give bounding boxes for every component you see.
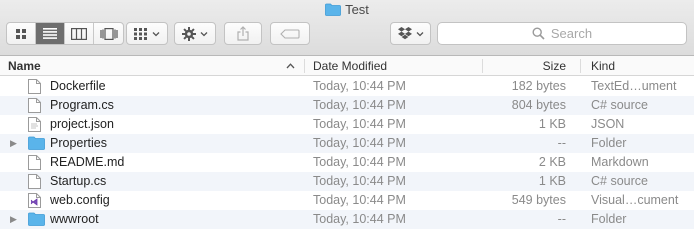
file-row[interactable]: README.md Today, 10:44 PM 2 KB Markdown (0, 153, 694, 172)
visual-studio-icon (28, 193, 44, 208)
share-button[interactable] (224, 22, 262, 45)
file-date: Today, 10:44 PM (313, 174, 406, 188)
sort-ascending-icon (286, 63, 295, 69)
file-date: Today, 10:44 PM (313, 155, 406, 169)
file-date: Today, 10:44 PM (313, 117, 406, 131)
file-kind: Folder (591, 212, 627, 226)
file-name: Startup.cs (50, 174, 107, 188)
column-header-size[interactable]: Size (543, 56, 566, 76)
arrange-grid-icon (134, 27, 147, 40)
file-list: Dockerfile Today, 10:44 PM 182 bytes Tex… (0, 77, 694, 229)
file-kind: C# source (591, 98, 648, 112)
column-divider[interactable] (304, 59, 305, 73)
file-size: 182 bytes (511, 79, 566, 93)
file-date: Today, 10:44 PM (313, 136, 406, 150)
file-kind: JSON (591, 117, 625, 131)
column-view-button[interactable] (65, 23, 94, 44)
file-kind: TextEd…ument (591, 79, 677, 93)
tag-icon (280, 28, 300, 39)
column-header-date[interactable]: Date Modified (313, 56, 387, 76)
file-size: 2 KB (538, 155, 566, 169)
json-icon (28, 117, 44, 132)
file-name: README.md (50, 155, 125, 169)
file-date: Today, 10:44 PM (313, 212, 406, 226)
disclosure-triangle-icon[interactable]: ▶ (10, 210, 17, 229)
gear-icon (182, 26, 196, 41)
search-placeholder: Search (550, 26, 593, 41)
doc-icon (28, 155, 44, 170)
column-header-name[interactable]: Name (8, 56, 41, 76)
file-size: 549 bytes (511, 193, 566, 207)
toolbar: Test Search (0, 0, 694, 56)
file-kind: Folder (591, 136, 627, 150)
folder-icon (28, 136, 45, 151)
file-row[interactable]: ▶ Properties Today, 10:44 PM -- Folder (0, 134, 694, 153)
file-size: 1 KB (538, 174, 566, 188)
list-view-icon (43, 28, 57, 39)
doc-icon (28, 98, 44, 113)
list-view-button[interactable] (36, 23, 65, 44)
column-divider[interactable] (580, 59, 581, 73)
search-field[interactable]: Search (437, 22, 687, 45)
file-size: -- (557, 212, 566, 226)
arrange-button[interactable] (126, 22, 168, 45)
folder-icon (28, 212, 45, 227)
file-row[interactable]: Program.cs Today, 10:44 PM 804 bytes C# … (0, 96, 694, 115)
view-mode-selector[interactable] (6, 22, 124, 45)
file-name: Program.cs (50, 98, 114, 112)
file-row[interactable]: Dockerfile Today, 10:44 PM 182 bytes Tex… (0, 77, 694, 96)
file-size: -- (557, 136, 566, 150)
window-title-text: Test (345, 2, 369, 17)
column-header: Name Date Modified Size Kind (0, 56, 694, 76)
folder-icon (325, 3, 341, 19)
file-name: wwwroot (50, 212, 99, 226)
dropbox-icon (397, 27, 412, 40)
file-row[interactable]: web.config Today, 10:44 PM 549 bytes Vis… (0, 191, 694, 210)
file-row[interactable]: project.json Today, 10:44 PM 1 KB JSON (0, 115, 694, 134)
cover-flow-icon (99, 27, 118, 40)
disclosure-triangle-icon[interactable]: ▶ (10, 134, 17, 153)
doc-icon (28, 79, 44, 94)
window-title: Test (0, 2, 694, 19)
cover-flow-button[interactable] (94, 23, 123, 44)
chevron-down-icon (200, 31, 208, 36)
column-divider[interactable] (482, 59, 483, 73)
file-name: Dockerfile (50, 79, 106, 93)
file-size: 1 KB (538, 117, 566, 131)
file-date: Today, 10:44 PM (313, 193, 406, 207)
edit-tags-button[interactable] (270, 22, 310, 45)
search-icon (532, 27, 545, 40)
column-header-kind[interactable]: Kind (591, 56, 615, 76)
file-name: Properties (50, 136, 107, 150)
file-kind: Visual…cument (591, 193, 679, 207)
icon-view-icon (16, 28, 26, 39)
chevron-down-icon (152, 31, 160, 36)
file-size: 804 bytes (511, 98, 566, 112)
file-row[interactable]: ▶ wwwroot Today, 10:44 PM -- Folder (0, 210, 694, 229)
file-date: Today, 10:44 PM (313, 79, 406, 93)
icon-view-button[interactable] (7, 23, 36, 44)
chevron-down-icon (416, 31, 423, 36)
file-date: Today, 10:44 PM (313, 98, 406, 112)
file-name: project.json (50, 117, 114, 131)
share-icon (237, 26, 249, 41)
action-button[interactable] (174, 22, 216, 45)
file-row[interactable]: Startup.cs Today, 10:44 PM 1 KB C# sourc… (0, 172, 694, 191)
column-view-icon (71, 27, 87, 40)
dropbox-button[interactable] (390, 22, 431, 45)
doc-icon (28, 174, 44, 189)
file-name: web.config (50, 193, 110, 207)
file-kind: Markdown (591, 155, 649, 169)
file-kind: C# source (591, 174, 648, 188)
